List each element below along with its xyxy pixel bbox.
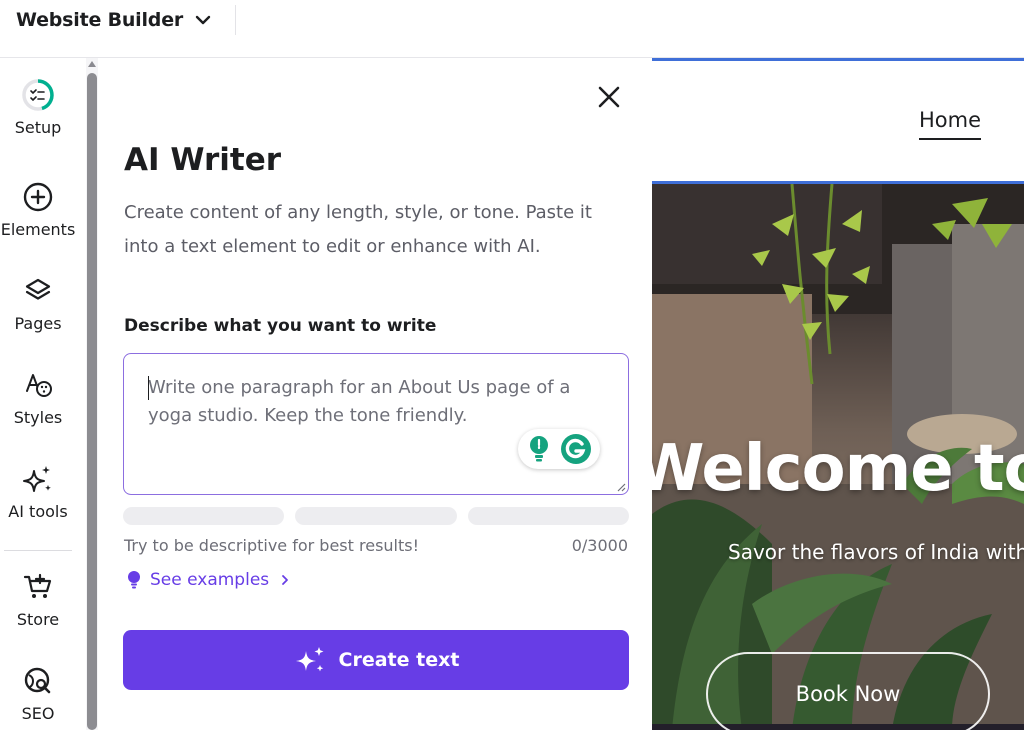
text-caret	[148, 376, 149, 400]
top-bar: Website Builder	[0, 0, 1024, 58]
sparkles-icon	[21, 462, 55, 496]
character-counter: 0/3000	[571, 536, 628, 555]
sidebar-divider	[4, 550, 72, 551]
meter-segment	[295, 507, 457, 525]
sidebar-item-label: Store	[16, 610, 60, 629]
hero-section[interactable]: Welcome to S Savor the flavors of India …	[652, 184, 1024, 730]
create-text-label: Create text	[338, 649, 460, 671]
topbar-divider	[235, 5, 236, 35]
close-icon	[598, 86, 620, 108]
descriptiveness-meter	[123, 507, 629, 525]
sidebar-item-label: SEO	[21, 704, 55, 723]
sparkles-icon	[295, 647, 324, 672]
website-builder-menu[interactable]: Website Builder	[16, 8, 213, 32]
app-title: Website Builder	[16, 9, 184, 31]
ai-writer-panel: AI Writer Create content of any length, …	[100, 58, 652, 730]
palette-icon	[21, 368, 55, 402]
hero-subtitle[interactable]: Savor the flavors of India with	[728, 540, 1024, 564]
sidebar: Setup Elements Pages Styles AI tools Sto…	[0, 58, 84, 730]
hero-title[interactable]: Welcome to S	[652, 432, 1024, 506]
prompt-field-label: Describe what you want to write	[124, 316, 437, 336]
layers-icon	[21, 274, 55, 308]
resize-handle-icon[interactable]	[614, 480, 626, 492]
scrollbar-thumb[interactable]	[87, 73, 97, 730]
site-header[interactable]: Home	[652, 61, 1024, 181]
sidebar-item-pages[interactable]: Pages	[0, 274, 76, 333]
see-examples-link[interactable]: See examples	[127, 570, 292, 590]
prompt-placeholder: Write one paragraph for an About Us page…	[148, 377, 571, 426]
book-now-button[interactable]: Book Now	[706, 652, 990, 730]
sidebar-item-setup[interactable]: Setup	[0, 78, 76, 137]
sidebar-item-label: Styles	[13, 408, 63, 427]
sidebar-item-elements[interactable]: Elements	[0, 180, 76, 239]
lightbulb-icon[interactable]	[526, 434, 552, 464]
plus-circle-icon	[21, 180, 55, 214]
sidebar-item-styles[interactable]: Styles	[0, 368, 76, 427]
sidebar-item-label: AI tools	[8, 502, 68, 521]
cart-icon	[21, 570, 55, 604]
grammarly-widget[interactable]	[518, 429, 600, 469]
website-preview: Home Welcome t Savor the flavors of Indi…	[652, 58, 1024, 730]
sidebar-item-seo[interactable]: SEO	[0, 664, 76, 723]
chevron-right-icon	[282, 575, 289, 585]
sidebar-scrollbar[interactable]	[86, 58, 98, 730]
meter-segment	[123, 507, 285, 525]
book-now-label: Book Now	[795, 682, 901, 706]
scroll-up-arrow-icon[interactable]	[88, 61, 96, 67]
sidebar-item-ai-tools[interactable]: AI tools	[0, 462, 76, 521]
grammarly-icon[interactable]	[560, 433, 592, 465]
prompt-textarea[interactable]: Write one paragraph for an About Us page…	[123, 353, 629, 495]
nav-link-home[interactable]: Home	[919, 108, 982, 140]
see-examples-label: See examples	[150, 570, 270, 590]
meter-segment	[467, 507, 629, 525]
close-button[interactable]	[594, 82, 624, 112]
setup-progress-icon	[21, 78, 55, 112]
sidebar-item-store[interactable]: Store	[0, 570, 76, 629]
chevron-down-icon	[195, 15, 211, 25]
hint-text: Try to be descriptive for best results!	[124, 536, 420, 555]
create-text-button[interactable]: Create text	[123, 630, 629, 690]
panel-title: AI Writer	[124, 142, 282, 178]
sidebar-item-label: Setup	[14, 118, 62, 137]
sidebar-item-label: Pages	[14, 314, 62, 333]
sidebar-item-label: Elements	[0, 220, 76, 239]
panel-description: Create content of any length, style, or …	[124, 202, 592, 257]
lightbulb-icon	[128, 571, 140, 589]
seo-search-icon	[21, 664, 55, 698]
